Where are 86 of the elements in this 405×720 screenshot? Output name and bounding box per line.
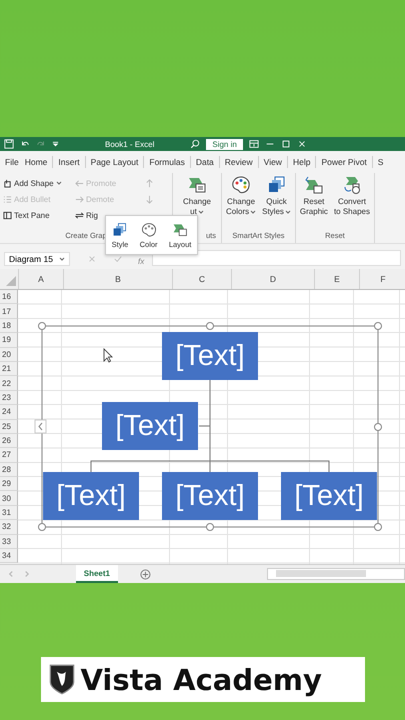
row-header[interactable]: 21	[0, 362, 18, 376]
resize-handle[interactable]	[206, 322, 214, 330]
row-header[interactable]: 20	[0, 348, 18, 362]
brand-name: Vista Academy	[80, 662, 322, 696]
ribbon-button[interactable]: Reset Graphic	[298, 175, 329, 217]
row-header[interactable]: 16	[0, 290, 18, 304]
formula-input[interactable]	[152, 250, 401, 266]
ribbon-tab[interactable]: Page Layout	[90, 157, 140, 167]
bullet-list-icon	[3, 194, 12, 204]
dropdown-icon[interactable]	[284, 209, 291, 215]
shield-logo-icon	[48, 664, 74, 695]
left-arrow-icon	[75, 178, 84, 188]
ribbon-tab[interactable]: Help	[292, 157, 312, 167]
ribbon-tab[interactable]: View	[262, 157, 283, 167]
close-icon[interactable]	[296, 139, 307, 149]
dropdown-icon[interactable]	[250, 209, 256, 215]
diagram-node[interactable]: [Text]	[162, 472, 258, 520]
row-header[interactable]: 17	[0, 304, 18, 319]
resize-handle[interactable]	[38, 322, 46, 330]
resize-handle[interactable]	[206, 523, 214, 531]
ribbon-button[interactable]: Change Colors	[225, 175, 258, 217]
mouse-pointer-icon	[104, 348, 113, 363]
sheet-tab[interactable]: Sheet1	[76, 565, 118, 583]
name-box[interactable]: Diagram 15	[4, 252, 70, 266]
add-sheet-icon[interactable]	[140, 568, 151, 580]
row-header[interactable]: 25	[0, 420, 18, 434]
ribbon-tab[interactable]: Power Pivot	[320, 157, 368, 167]
ribbon-tab[interactable]: Formulas	[148, 157, 186, 167]
row-header[interactable]: 26	[0, 434, 18, 448]
ribbon-tab[interactable]: Insert	[57, 157, 81, 167]
row-header[interactable]: 22	[0, 376, 18, 391]
layout-icon	[172, 222, 188, 238]
diagram-node[interactable]: [Text]	[43, 472, 139, 520]
palette-icon	[140, 222, 157, 238]
dropdown-icon[interactable]	[56, 180, 62, 186]
ribbon-display-icon[interactable]	[248, 139, 259, 149]
swap-arrows-icon	[75, 210, 84, 220]
row-header[interactable]: 34	[0, 549, 18, 564]
row-header[interactable]: 32	[0, 520, 18, 535]
ribbon-tab[interactable]: Review	[224, 157, 254, 167]
customize-icon[interactable]	[52, 139, 59, 149]
row-header[interactable]: 30	[0, 491, 18, 506]
row-header[interactable]: 33	[0, 534, 18, 550]
ribbon-button[interactable]: Convert to Shapes	[332, 175, 371, 217]
row-header[interactable]: 31	[0, 506, 18, 520]
right-arrow-icon	[75, 194, 84, 204]
resize-handle[interactable]	[374, 523, 382, 531]
row-header[interactable]: 28	[0, 462, 18, 478]
search-icon[interactable]	[190, 139, 200, 149]
add-shape-icon	[3, 178, 12, 188]
row-header[interactable]: 23	[0, 390, 18, 406]
column-header[interactable]: C	[172, 269, 231, 289]
row-header[interactable]: 18	[0, 318, 18, 334]
dropdown-icon[interactable]	[198, 209, 204, 215]
column-header[interactable]: B	[63, 269, 172, 289]
ribbon-button[interactable]: Add Shape	[3, 175, 62, 191]
column-header[interactable]: D	[231, 269, 314, 289]
maximize-icon[interactable]	[280, 139, 291, 149]
diagram-node[interactable]: [Text]	[281, 472, 377, 520]
diagram-node[interactable]: [Text]	[162, 332, 258, 380]
horizontal-scrollbar[interactable]	[266, 568, 405, 580]
ribbon-tab[interactable]: Home	[24, 157, 48, 167]
sign-in-button[interactable]: Sign in	[206, 138, 243, 150]
text-pane-icon	[3, 210, 12, 220]
row-header[interactable]: 19	[0, 333, 18, 348]
stacked-squares-icon	[112, 222, 128, 238]
save-icon[interactable]	[4, 139, 14, 149]
ribbon-button[interactable]: Rig	[75, 207, 98, 223]
ribbon-tab[interactable]: File	[4, 157, 20, 167]
column-header[interactable]: F	[359, 269, 405, 289]
ribbon-tab[interactable]: S	[376, 157, 384, 167]
ribbon-button[interactable]: Quick Styles	[261, 175, 292, 217]
ribbon-tab[interactable]: Data	[194, 157, 215, 167]
row-header[interactable]: 24	[0, 405, 18, 420]
window-title: Book1 - Excel	[105, 140, 154, 148]
row-header[interactable]: 29	[0, 477, 18, 492]
column-header[interactable]: A	[18, 269, 63, 289]
resize-handle[interactable]	[38, 523, 46, 531]
diagram-node[interactable]: [Text]	[102, 402, 198, 450]
ribbon-button[interactable]: Text Pane	[3, 207, 50, 223]
resize-handle[interactable]	[374, 423, 382, 431]
check-icon[interactable]	[114, 255, 122, 263]
row-header[interactable]: 27	[0, 448, 18, 463]
resize-handle[interactable]	[374, 322, 382, 330]
column-header[interactable]: E	[314, 269, 359, 289]
text-pane-toggle[interactable]	[34, 420, 46, 434]
